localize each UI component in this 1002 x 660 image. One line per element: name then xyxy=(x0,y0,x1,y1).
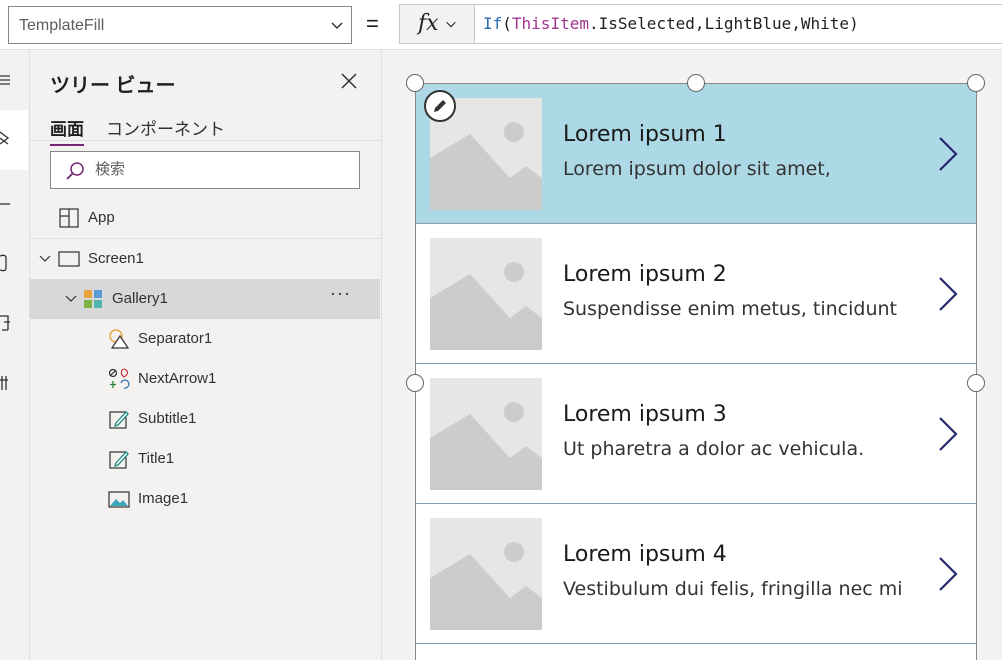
formula-function: If xyxy=(483,14,503,33)
equals-sign: = xyxy=(366,11,379,36)
tree-view-pane: ツリー ビュー 画面 コンポーネント App Screen1 Gallery1 … xyxy=(30,50,382,660)
image-placeholder xyxy=(430,518,542,630)
formula-args: .IsSelected,LightBlue,White xyxy=(588,14,850,33)
resize-handle-left[interactable] xyxy=(406,374,424,392)
gallery-item[interactable]: Lorem ipsum 3 Ut pharetra a dolor ac veh… xyxy=(416,364,976,504)
item-subtitle: Ut pharetra a dolor ac vehicula. xyxy=(563,438,865,460)
tab-screens[interactable]: 画面 xyxy=(50,115,84,146)
data-icon[interactable] xyxy=(0,248,28,276)
chevron-right-icon[interactable] xyxy=(932,274,960,314)
icon-control-icon xyxy=(108,368,130,389)
item-title: Lorem ipsum 2 xyxy=(563,262,727,287)
item-subtitle: Suspendisse enim metus, tincidunt xyxy=(563,298,897,320)
left-rail xyxy=(0,50,30,660)
tree-node-image1[interactable]: Image1 xyxy=(30,479,380,519)
gallery[interactable]: Lorem ipsum 1 Lorem ipsum dolor sit amet… xyxy=(415,83,977,660)
chevron-down-icon[interactable] xyxy=(64,291,78,305)
formula-input[interactable]: If(ThisItem.IsSelected,LightBlue,White) xyxy=(474,4,1002,44)
gallery-item[interactable]: Lorem ipsum 1 Lorem ipsum dolor sit amet… xyxy=(416,84,976,224)
shapes-icon xyxy=(109,329,130,349)
gallery-item[interactable]: Lorem ipsum 4 Vestibulum dui felis, frin… xyxy=(416,504,976,644)
formula-text: If(ThisItem.IsSelected,LightBlue,White) xyxy=(483,14,859,33)
resize-handle-right[interactable] xyxy=(967,374,985,392)
fx-icon: fx xyxy=(418,11,439,36)
resize-handle-top-right[interactable] xyxy=(967,74,985,92)
image-placeholder xyxy=(430,378,542,490)
image-placeholder xyxy=(430,238,542,350)
app-icon xyxy=(59,208,79,228)
chevron-right-icon[interactable] xyxy=(932,134,960,174)
resize-handle-top-left[interactable] xyxy=(406,74,424,92)
item-title: Lorem ipsum 3 xyxy=(563,402,727,427)
property-dropdown[interactable]: TemplateFill xyxy=(8,6,352,44)
tree-node-label: App xyxy=(88,209,115,226)
tree-view-icon[interactable] xyxy=(0,110,28,170)
formula-close-paren: ) xyxy=(849,14,859,33)
chevron-right-icon[interactable] xyxy=(932,554,960,594)
tree-node-label: NextArrow1 xyxy=(138,370,217,387)
label-edit-icon xyxy=(109,411,129,429)
tree-node-app[interactable]: App xyxy=(30,198,380,238)
tree-view-title: ツリー ビュー xyxy=(50,75,176,97)
tree-node-title1[interactable]: Title1 xyxy=(30,439,380,479)
tree-node-label: Title1 xyxy=(138,450,175,467)
chevron-right-icon[interactable] xyxy=(932,414,960,454)
pencil-icon xyxy=(434,100,446,112)
item-subtitle: Lorem ipsum dolor sit amet, xyxy=(563,158,831,180)
gallery-item[interactable]: Lorem ipsum 2 Suspendisse enim metus, ti… xyxy=(416,224,976,364)
chevron-down-icon xyxy=(331,22,343,29)
tree-node-separator1[interactable]: Separator1 xyxy=(30,319,380,359)
formula-thisitem: ThisItem xyxy=(511,14,589,33)
resize-handle-top[interactable] xyxy=(687,74,705,92)
search-input[interactable] xyxy=(95,161,345,178)
tree-node-nextarrow1[interactable]: NextArrow1 xyxy=(30,359,380,399)
tree-node-label: Separator1 xyxy=(138,330,213,347)
gallery-icon xyxy=(84,290,102,308)
tree-node-gallery1[interactable]: Gallery1 ··· xyxy=(30,279,380,319)
property-value: TemplateFill xyxy=(19,17,105,34)
menu-icon[interactable] xyxy=(0,68,28,96)
tree-node-label: Image1 xyxy=(138,490,189,507)
search-box[interactable] xyxy=(50,151,360,189)
item-title: Lorem ipsum 1 xyxy=(563,122,727,147)
chevron-down-icon[interactable] xyxy=(38,251,52,265)
divider xyxy=(30,140,382,141)
search-icon xyxy=(66,162,84,180)
canvas: Lorem ipsum 1 Lorem ipsum dolor sit amet… xyxy=(382,50,1002,660)
item-subtitle: Vestibulum dui felis, fringilla nec mi xyxy=(563,578,903,600)
label-edit-icon xyxy=(109,451,129,469)
advanced-tools-icon[interactable] xyxy=(0,368,28,396)
more-options-button[interactable]: ··· xyxy=(330,283,351,304)
tab-components[interactable]: コンポーネント xyxy=(106,115,225,140)
chevron-down-icon xyxy=(446,21,456,28)
item-title: Lorem ipsum 4 xyxy=(563,542,727,567)
tree-node-subtitle1[interactable]: Subtitle1 xyxy=(30,399,380,439)
tree-node-label: Screen1 xyxy=(88,250,144,267)
tree-node-screen1[interactable]: Screen1 xyxy=(30,239,380,279)
tree-node-label: Subtitle1 xyxy=(138,410,197,427)
formula-open-paren: ( xyxy=(502,14,512,33)
media-icon[interactable] xyxy=(0,308,28,336)
image-icon xyxy=(108,491,130,508)
insert-icon[interactable] xyxy=(0,190,28,218)
close-icon[interactable] xyxy=(338,70,360,92)
fx-button[interactable]: fx xyxy=(399,4,475,44)
tree-node-label: Gallery1 xyxy=(112,290,168,307)
formula-bar: TemplateFill = fx If(ThisItem.IsSelected… xyxy=(0,0,1002,50)
screen-icon xyxy=(58,251,80,267)
edit-template-button[interactable] xyxy=(424,90,456,122)
